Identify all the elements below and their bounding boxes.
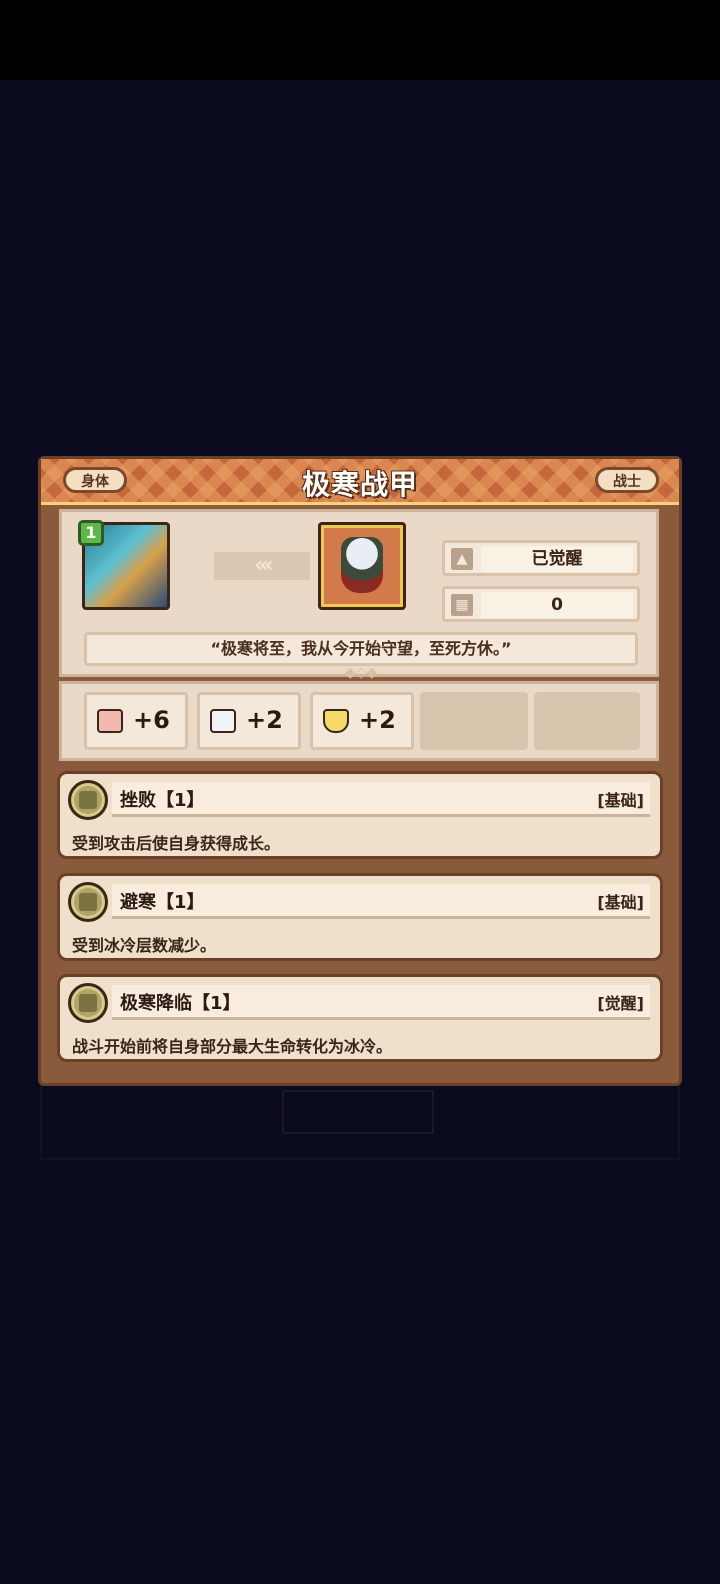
- equipment-card: 身体 极寒战甲 战士 1 ‹‹‹ ▲ 已觉醒 ▦ 0 “极寒将至，我从今开始守望…: [38, 456, 682, 1086]
- book-icon: [210, 709, 236, 733]
- stat-cell-defense: +2: [310, 692, 414, 750]
- awaken-status: 已觉醒: [481, 546, 633, 572]
- stat-value: +2: [246, 706, 283, 734]
- skill-icon: [68, 983, 108, 1023]
- empty-stat-slot: [420, 692, 528, 750]
- shield-icon: [323, 709, 349, 733]
- skill-icon: [68, 882, 108, 922]
- skill-title-bar: 避寒【1】 [基础]: [112, 884, 650, 919]
- skill-type: [觉醒]: [597, 994, 644, 1013]
- skill-name: 极寒降临【1】: [120, 993, 241, 1014]
- armor-item-icon[interactable]: [318, 522, 406, 610]
- stat-cell-strength: +6: [84, 692, 188, 750]
- transfer-arrows-icon: ‹‹‹: [214, 552, 310, 580]
- empty-stat-slot: [534, 692, 640, 750]
- skill-entry[interactable]: 挫败【1】 [基础] 受到攻击后使自身获得成长。: [57, 771, 663, 859]
- count-row: ▦ 0: [442, 586, 640, 622]
- count-value: 0: [481, 592, 633, 618]
- skill-type: [基础]: [597, 893, 644, 912]
- up-arrow-icon: ▲: [451, 548, 473, 570]
- skill-entry[interactable]: 避寒【1】 [基础] 受到冰冷层数减少。: [57, 873, 663, 961]
- skill-name: 挫败【1】: [120, 790, 205, 811]
- hero-level-badge: 1: [78, 520, 104, 546]
- card-header: 身体 极寒战甲 战士: [41, 459, 679, 505]
- divider-ornament: ◆◇◆: [344, 665, 378, 681]
- grid-icon: ▦: [451, 594, 473, 616]
- skill-icon: [68, 780, 108, 820]
- skill-description: 受到冰冷层数减少。: [72, 936, 217, 955]
- item-quote: “极寒将至，我从今开始守望，至死方休。”: [84, 632, 638, 666]
- skill-name: 避寒【1】: [120, 892, 205, 913]
- skill-entry[interactable]: 极寒降临【1】 [觉醒] 战斗开始前将自身部分最大生命转化为冰冷。: [57, 974, 663, 1062]
- fist-icon: [97, 709, 123, 733]
- item-title: 极寒战甲: [301, 468, 418, 501]
- stat-bonuses: +6 +2 +2: [59, 681, 659, 761]
- skill-title-bar: 挫败【1】 [基础]: [112, 782, 650, 817]
- stat-value: +2: [359, 706, 396, 734]
- skill-description: 战斗开始前将自身部分最大生命转化为冰冷。: [72, 1037, 393, 1056]
- skill-description: 受到攻击后使自身获得成长。: [72, 834, 281, 853]
- skill-title-bar: 极寒降临【1】 [觉醒]: [112, 985, 650, 1020]
- skill-type: [基础]: [597, 791, 644, 810]
- backdrop-button[interactable]: [282, 1090, 434, 1134]
- stat-cell-intelligence: +2: [197, 692, 301, 750]
- armor-icon: [341, 537, 383, 593]
- class-tag: 战士: [595, 467, 659, 493]
- awaken-status-row: ▲ 已觉醒: [442, 540, 640, 576]
- item-overview: 1 ‹‹‹ ▲ 已觉醒 ▦ 0 “极寒将至，我从今开始守望，至死方休。”: [59, 509, 659, 677]
- stat-value: +6: [133, 706, 170, 734]
- status-bar: [0, 0, 720, 80]
